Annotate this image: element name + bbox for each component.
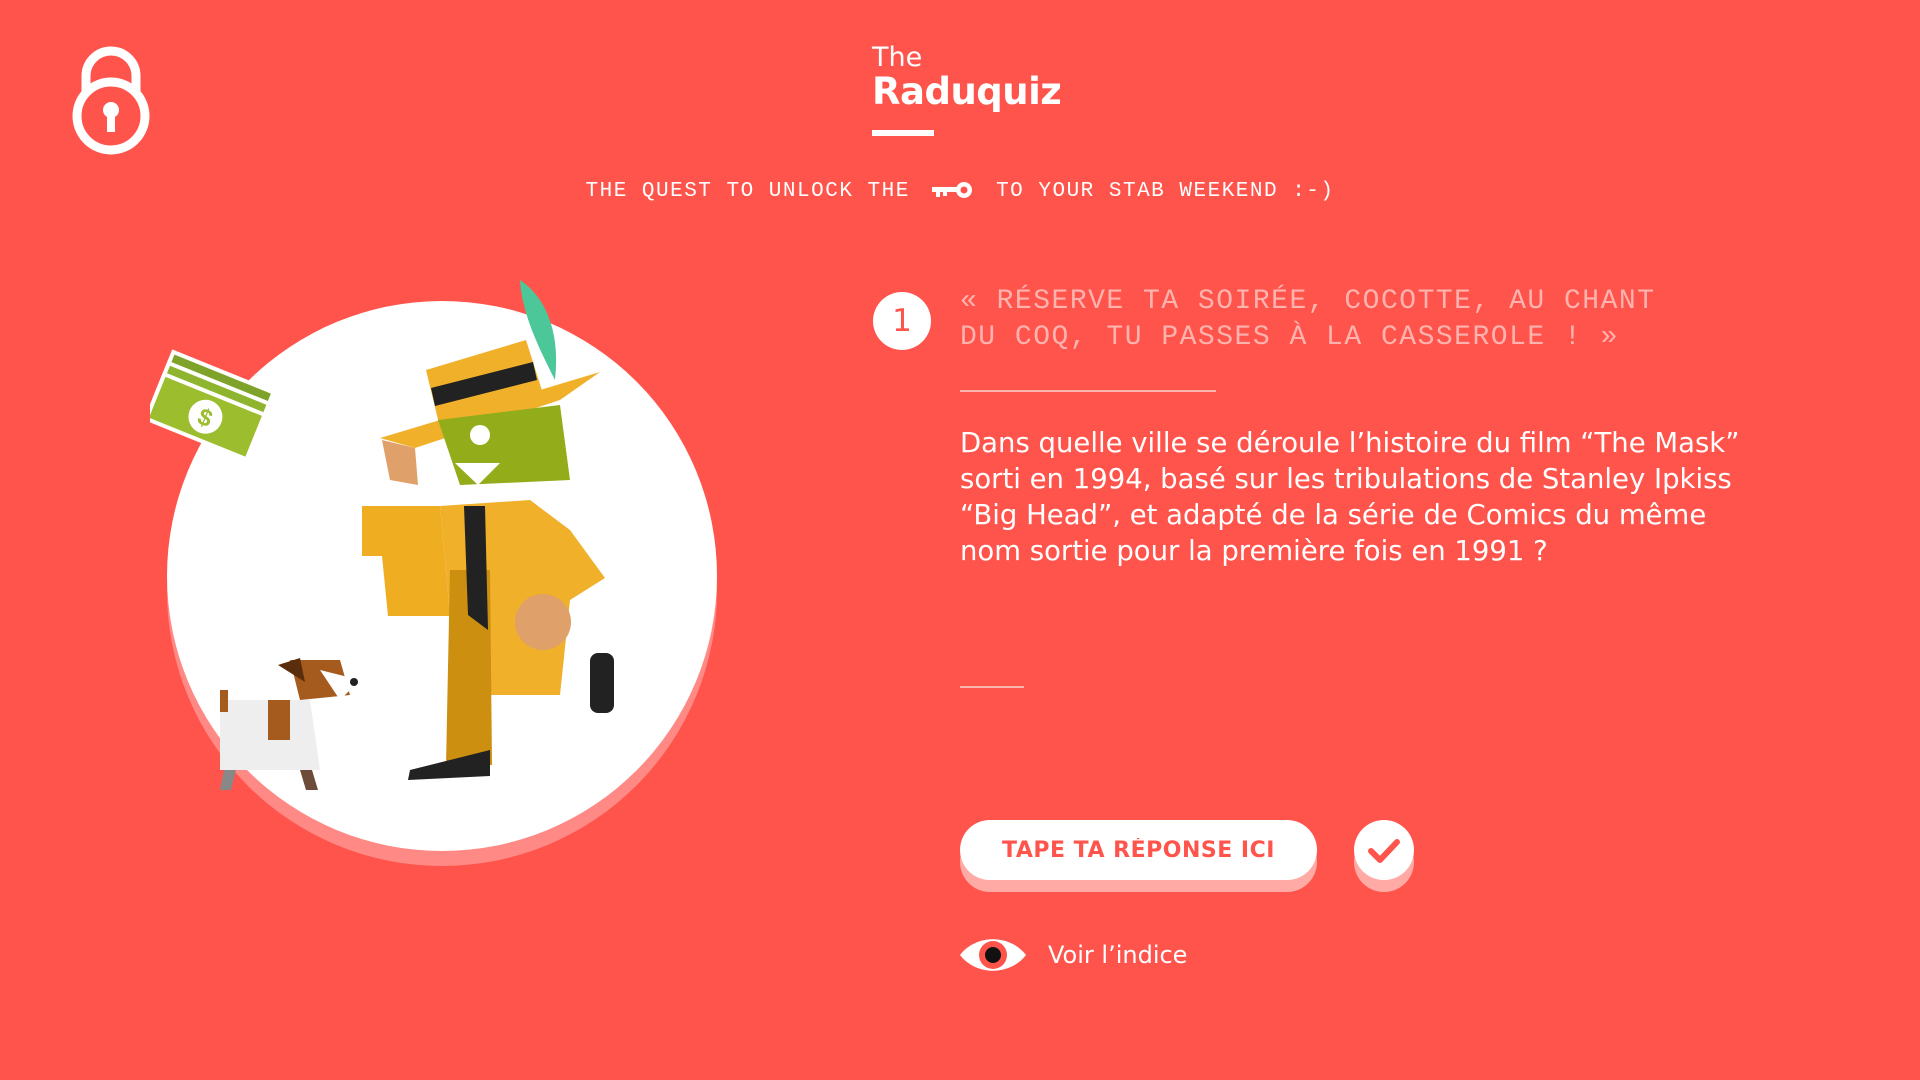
logo-underline (872, 130, 934, 136)
mask-character-illustration: $ (150, 280, 614, 790)
logo-small-text: The (872, 42, 923, 73)
show-hint-label: Voir l’indice (1048, 941, 1188, 969)
app-logo: The Raduquiz (872, 42, 1062, 136)
show-hint-link[interactable]: Voir l’indice (958, 932, 1187, 978)
divider (960, 390, 1216, 392)
tagline-start: THE QUEST TO UNLOCK THE (585, 180, 910, 203)
question-quote: « RÉSERVE TA SOIRÉE, COCOTTE, AU CHANT D… (960, 286, 1656, 353)
padlock-icon[interactable] (66, 46, 156, 156)
check-icon (1368, 839, 1400, 863)
submit-button[interactable] (1354, 820, 1414, 880)
eye-icon (960, 939, 1026, 971)
question-text: Dans quelle ville se déroule l’histoire … (960, 427, 1740, 567)
question-number-badge: 1 (873, 292, 931, 350)
tagline: THE QUEST TO UNLOCK THE TO YOUR STAB WEE… (0, 180, 1920, 203)
money-bills-icon: $ (150, 349, 277, 462)
divider-short (960, 686, 1024, 688)
key-icon (931, 182, 972, 198)
answer-input[interactable] (960, 820, 1317, 880)
dog-illustration (220, 658, 360, 790)
logo-name: Raduquiz (872, 70, 1062, 113)
tagline-end: TO YOUR STAB WEEKEND :-) (996, 180, 1335, 203)
